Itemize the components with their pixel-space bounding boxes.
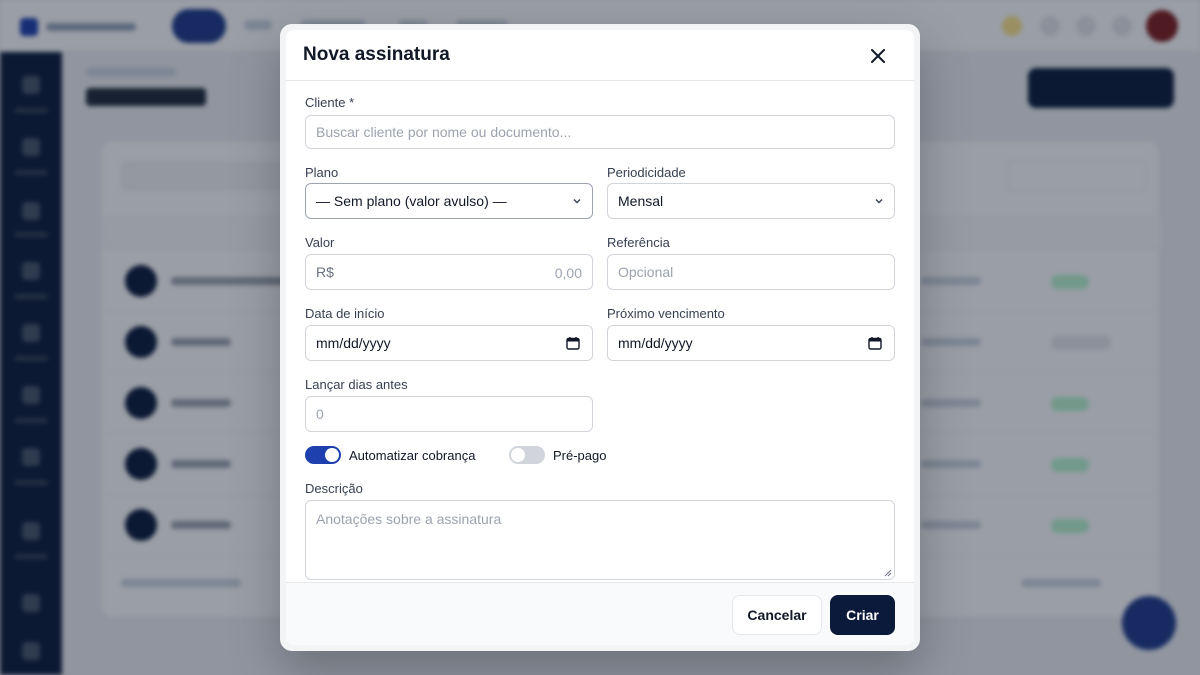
modal-title: Nova assinatura [303, 44, 450, 65]
chevron-down-icon [875, 199, 883, 204]
resize-handle-icon[interactable] [884, 569, 892, 577]
valor-input[interactable]: R$ 0,00 [305, 254, 593, 290]
cliente-placeholder: Buscar cliente por nome ou documento... [316, 124, 572, 140]
descricao-label: Descrição [305, 481, 363, 496]
descricao-textarea[interactable]: Anotações sobre a assinatura [305, 500, 895, 580]
new-subscription-modal: Nova assinatura Cliente * Buscar cliente… [280, 24, 920, 651]
pre-pago-label: Pré-pago [553, 448, 607, 463]
data-inicio-value: mm/dd/yyyy [316, 335, 391, 351]
periodicidade-label: Periodicidade [607, 165, 686, 180]
valor-placeholder: 0,00 [554, 265, 582, 281]
valor-label: Valor [305, 235, 335, 250]
lancar-dias-placeholder: 0 [316, 406, 324, 422]
pre-pago-toggle[interactable] [509, 446, 545, 464]
close-button[interactable] [864, 42, 892, 70]
plano-select[interactable]: — Sem plano (valor avulso) — [305, 183, 593, 219]
modal-footer: Cancelar Criar [286, 582, 914, 645]
data-inicio-input[interactable]: mm/dd/yyyy [305, 325, 593, 361]
cliente-search-input[interactable]: Buscar cliente por nome ou documento... [305, 115, 895, 149]
cliente-label: Cliente * [305, 95, 355, 110]
referencia-input[interactable]: Opcional [607, 254, 895, 290]
automatizar-cobranca-toggle[interactable] [305, 446, 341, 464]
calendar-icon[interactable] [566, 336, 580, 350]
referencia-placeholder: Opcional [618, 264, 674, 280]
proximo-vencimento-input[interactable]: mm/dd/yyyy [607, 325, 895, 361]
modal-header: Nova assinatura [286, 30, 914, 81]
cancel-button[interactable]: Cancelar [732, 595, 822, 635]
close-icon [871, 49, 885, 63]
create-button[interactable]: Criar [830, 595, 895, 635]
lancar-dias-input[interactable]: 0 [305, 396, 593, 432]
modal-content: Nova assinatura Cliente * Buscar cliente… [286, 30, 914, 645]
plano-label: Plano [305, 165, 339, 180]
periodicidade-value: Mensal [618, 193, 664, 209]
referencia-label: Referência [607, 235, 670, 250]
proximo-vencimento-label: Próximo vencimento [607, 306, 725, 321]
calendar-icon[interactable] [868, 336, 882, 350]
data-inicio-label: Data de início [305, 306, 385, 321]
modal-body: Cliente * Buscar cliente por nome ou doc… [286, 81, 914, 582]
periodicidade-select[interactable]: Mensal [607, 183, 895, 219]
lancar-dias-label: Lançar dias antes [305, 377, 408, 392]
proximo-vencimento-value: mm/dd/yyyy [618, 335, 693, 351]
currency-prefix: R$ [316, 264, 334, 280]
chevron-down-icon [573, 199, 581, 204]
plano-value: — Sem plano (valor avulso) — [316, 193, 507, 209]
descricao-placeholder: Anotações sobre a assinatura [316, 511, 502, 527]
automatizar-cobranca-label: Automatizar cobrança [349, 448, 476, 463]
